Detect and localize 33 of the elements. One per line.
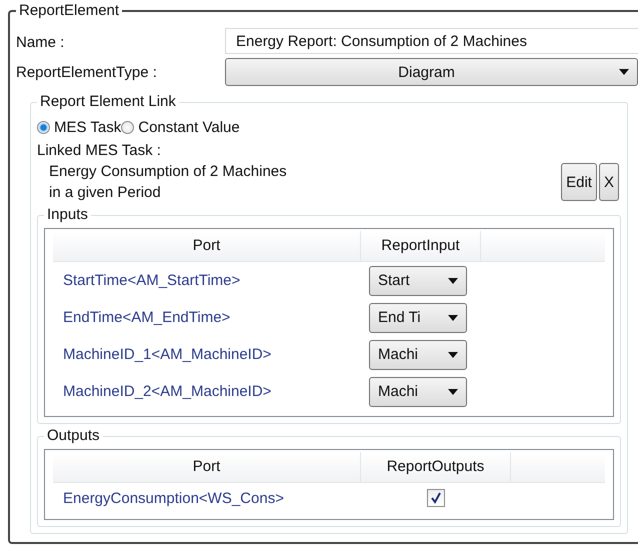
link-button[interactable]: X: [598, 163, 619, 201]
group-title: Report Element Link: [40, 93, 176, 110]
radio-button[interactable]: Constant Value: [121, 119, 240, 136]
dropdown-arrow-icon: [619, 69, 629, 75]
dropdown-arrow-icon: [448, 278, 458, 284]
port-name: EndTime<AM_EndTime>: [62, 309, 232, 326]
port-name: MachineID_2<AM_MachineID>: [62, 383, 272, 400]
dropdown[interactable]: Machi: [369, 376, 467, 406]
column-header: Port: [53, 231, 361, 261]
column-header: Port: [53, 452, 361, 482]
dropdown-arrow-icon: [448, 314, 458, 320]
radio-button[interactable]: MES Task: [37, 119, 122, 136]
dropdown[interactable]: Machi: [369, 340, 467, 370]
port-name: EnergyConsumption<WS_Cons>: [62, 490, 285, 506]
port-name: StartTime<AM_StartTime>: [62, 272, 242, 289]
group-title: ReportElement: [19, 2, 120, 19]
name-field[interactable]: Energy Report: Consumption of 2 Machines: [225, 28, 638, 54]
column-header: ReportInput: [361, 231, 481, 261]
port-name: MachineID_1<AM_MachineID>: [62, 346, 272, 363]
linked-task-name: Energy Consumption of 2 Machines in a given Period: [49, 162, 288, 203]
dropdown-arrow-icon: [448, 352, 458, 358]
dropdown[interactable]: End Ti: [369, 302, 467, 332]
link-button[interactable]: Edit: [561, 163, 597, 201]
column-header: ReportOutputs: [361, 452, 511, 482]
linked-task-label: Linked MES Task :: [37, 142, 162, 159]
dropdown-arrow-icon: [448, 388, 458, 394]
group-title: Inputs: [47, 206, 88, 223]
checkbox[interactable]: [427, 489, 445, 507]
dropdown[interactable]: Diagram: [225, 58, 638, 86]
group-title: Outputs: [47, 427, 100, 444]
dropdown[interactable]: Start: [369, 266, 467, 296]
type-label: ReportElementType :: [16, 64, 158, 80]
name-label: Name :: [16, 34, 66, 50]
